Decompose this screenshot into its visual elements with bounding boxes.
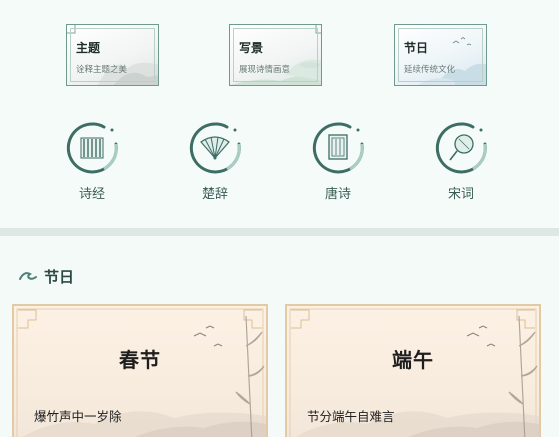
category-label: 诗经 [78, 187, 105, 202]
round-fan-icon [435, 122, 487, 174]
bamboo-scroll-icon [66, 122, 118, 174]
festival-poem-line: 爆竹声中一岁除 [34, 409, 122, 424]
category-songci[interactable]: 宋词 [426, 120, 496, 202]
topic-card-title: 写景 [239, 41, 264, 55]
section-header-festival: 节日 [18, 266, 74, 286]
category-shijing[interactable]: 诗经 [57, 120, 127, 202]
category-chuci[interactable]: 楚辞 [180, 120, 250, 202]
topic-card-title: 节日 [404, 41, 429, 55]
category-tangshi[interactable]: 唐诗 [303, 120, 373, 202]
folding-fan-icon [189, 122, 241, 174]
topic-card-subtitle: 展现诗情画意 [239, 65, 291, 75]
category-label: 楚辞 [201, 187, 228, 202]
festival-name: 端午 [392, 348, 434, 372]
cloud-swirl-icon [19, 272, 37, 280]
section-divider [0, 228, 559, 236]
festival-poem-line: 节分端午自难言 [307, 409, 395, 424]
topic-card-festival[interactable]: 节日 延续传统文化 [394, 24, 487, 86]
topic-card-title: 主题 [76, 41, 101, 55]
topic-card-subtitle: 诠释主题之美 [76, 65, 128, 75]
topic-card-scenery[interactable]: 写景 展现诗情画意 [229, 24, 322, 86]
festival-card-spring[interactable]: 春节 爆竹声中一岁除 [12, 304, 268, 437]
topic-card-subtitle: 延续传统文化 [404, 65, 456, 75]
festival-card-dragon-boat[interactable]: 端午 节分端午自难言 [285, 304, 541, 437]
category-label: 唐诗 [324, 187, 351, 202]
category-label: 宋词 [447, 187, 474, 202]
festival-name: 春节 [119, 348, 161, 372]
top-panel: 主题 诠释主题之美 写景 展现诗情画意 节日 延续传统文化 诗经 楚辞 唐诗 宋… [0, 0, 559, 228]
book-icon [312, 122, 364, 174]
topic-card-theme[interactable]: 主题 诠释主题之美 [66, 24, 159, 86]
section-title: 节日 [44, 267, 75, 286]
